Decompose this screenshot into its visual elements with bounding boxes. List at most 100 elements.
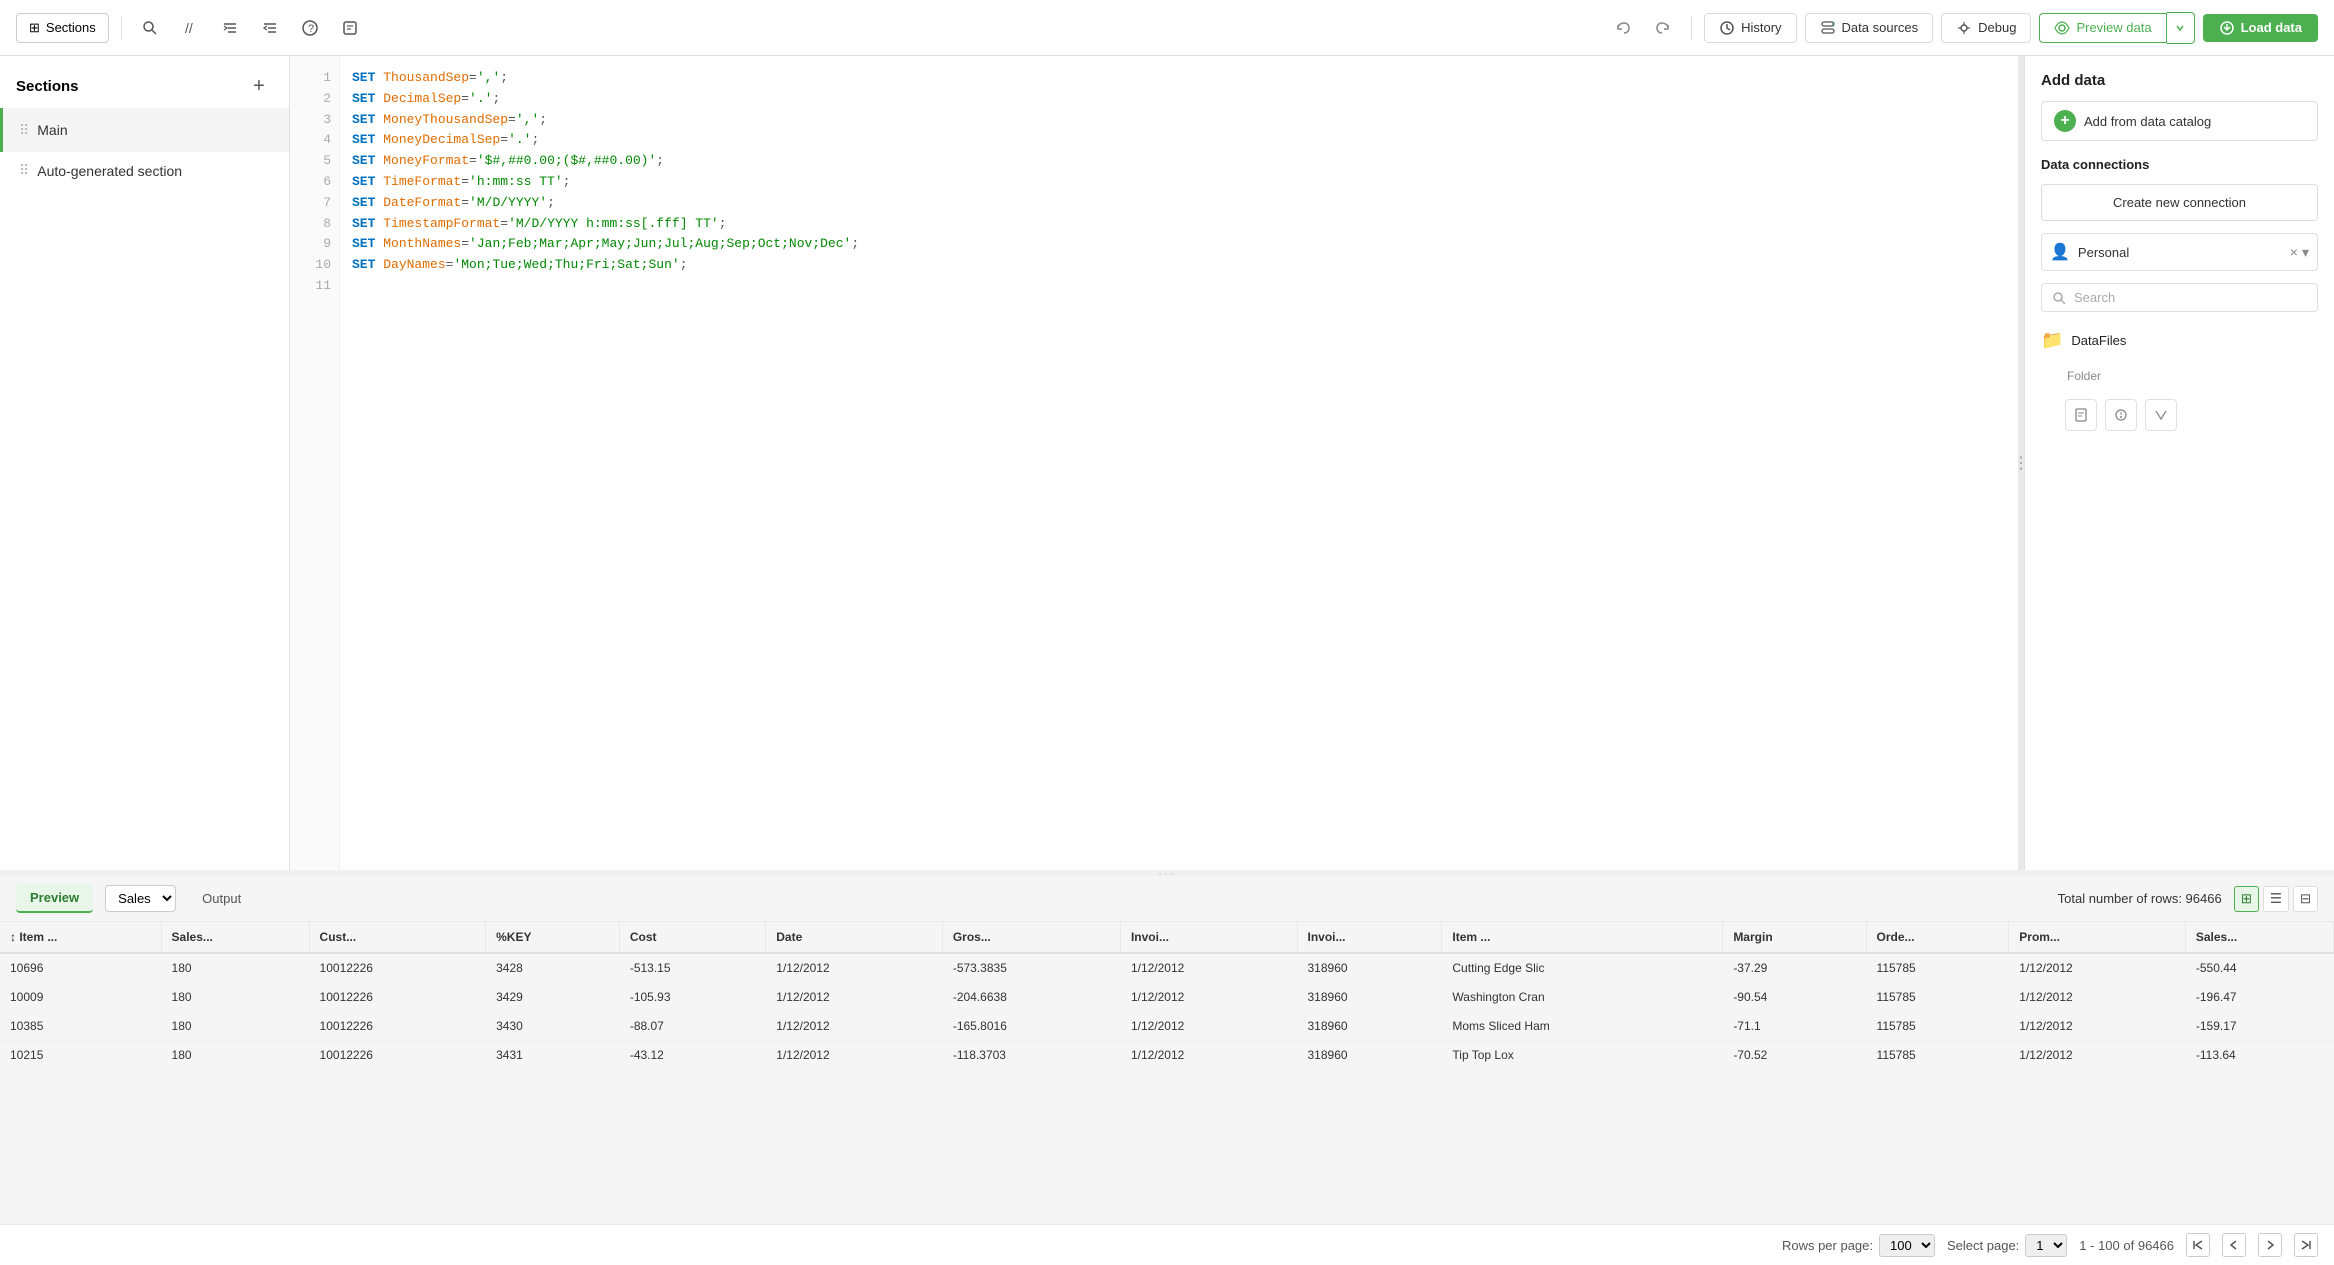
file-action-btn-2[interactable] bbox=[2105, 399, 2137, 431]
th-invoi1[interactable]: Invoi... bbox=[1120, 922, 1297, 953]
page-number-select[interactable]: 1 bbox=[2025, 1234, 2067, 1257]
snippet-button[interactable] bbox=[334, 12, 366, 44]
th-sales[interactable]: Sales... bbox=[161, 922, 309, 953]
data-sources-button[interactable]: Data sources bbox=[1805, 13, 1934, 43]
folder-label: Folder bbox=[2067, 369, 2318, 383]
file-icon-3 bbox=[2153, 407, 2169, 423]
table-cell: 10012226 bbox=[309, 983, 486, 1012]
table-cell: 1/12/2012 bbox=[2009, 983, 2186, 1012]
history-button[interactable]: History bbox=[1704, 13, 1796, 43]
table-cell: 115785 bbox=[1866, 953, 2009, 983]
data-connections-title: Data connections bbox=[2041, 157, 2318, 172]
last-page-button[interactable] bbox=[2294, 1233, 2318, 1257]
debug-button[interactable]: Debug bbox=[1941, 13, 2031, 43]
th-invoi2[interactable]: Invoi... bbox=[1297, 922, 1442, 953]
add-section-button[interactable]: + bbox=[245, 72, 273, 100]
svg-text://: // bbox=[185, 20, 193, 36]
code-content[interactable]: SET ThousandSep=','; SET DecimalSep='.';… bbox=[340, 56, 2018, 870]
rows-per-page-select[interactable]: 100 50 25 bbox=[1879, 1234, 1935, 1257]
slash-button[interactable]: // bbox=[174, 12, 206, 44]
main-area: Sections + ⠿ Main 🗑 ⠿ Auto-generated sec… bbox=[0, 56, 2334, 870]
th-margin[interactable]: Margin bbox=[1723, 922, 1866, 953]
table-cell: 115785 bbox=[1866, 1041, 2009, 1070]
grid-view-button[interactable]: ⊞ bbox=[2234, 886, 2259, 912]
th-cost[interactable]: Cost bbox=[619, 922, 765, 953]
total-rows-label: Total number of rows: 96466 bbox=[2058, 891, 2222, 906]
view-icons: ⊞ ☰ ⊟ bbox=[2234, 886, 2318, 912]
table-cell: -37.29 bbox=[1723, 953, 1866, 983]
file-icon-2 bbox=[2113, 407, 2129, 423]
preview-tab[interactable]: Preview bbox=[16, 884, 93, 913]
toolbar-separator-1 bbox=[121, 16, 122, 40]
sales-select[interactable]: Sales bbox=[105, 885, 176, 912]
undo-button[interactable] bbox=[1607, 16, 1639, 40]
next-page-button[interactable] bbox=[2258, 1233, 2282, 1257]
outdent-button[interactable] bbox=[254, 12, 286, 44]
redo-button[interactable] bbox=[1647, 16, 1679, 40]
pagination-info: 1 - 100 of 96466 bbox=[2079, 1238, 2174, 1253]
th-pkey[interactable]: %KEY bbox=[486, 922, 620, 953]
list-view-button[interactable]: ☰ bbox=[2263, 886, 2289, 912]
preview-toolbar: Preview Sales Output Total number of row… bbox=[0, 876, 2334, 922]
table-cell: 1/12/2012 bbox=[2009, 1041, 2186, 1070]
sidebar-item-autogenerated[interactable]: ⠿ Auto-generated section bbox=[0, 152, 289, 189]
file-action-btn-3[interactable] bbox=[2145, 399, 2177, 431]
help-button[interactable]: ? bbox=[294, 12, 326, 44]
personal-close-button[interactable]: × bbox=[2290, 244, 2298, 261]
load-data-button[interactable]: Load data bbox=[2203, 14, 2318, 42]
th-item-num[interactable]: ↕ Item ... bbox=[0, 922, 161, 953]
th-item2[interactable]: Item ... bbox=[1442, 922, 1723, 953]
table-cell: 1/12/2012 bbox=[766, 983, 943, 1012]
pivot-view-button[interactable]: ⊟ bbox=[2293, 886, 2318, 912]
search-box bbox=[2041, 283, 2318, 312]
code-editor[interactable]: 12345 67891011 SET ThousandSep=','; SET … bbox=[290, 56, 2018, 870]
th-prom[interactable]: Prom... bbox=[2009, 922, 2186, 953]
datafiles-label: DataFiles bbox=[2071, 333, 2126, 348]
toolbar-left: ⊞ Sections // ? bbox=[16, 12, 1599, 44]
search-button[interactable] bbox=[134, 12, 166, 44]
right-panel: Add data + Add from data catalog Data co… bbox=[2024, 56, 2334, 870]
prev-page-button[interactable] bbox=[2222, 1233, 2246, 1257]
first-page-button[interactable] bbox=[2186, 1233, 2210, 1257]
table-cell: 180 bbox=[161, 1041, 309, 1070]
table-cell: 318960 bbox=[1297, 983, 1442, 1012]
sidebar-header: Sections + bbox=[0, 56, 289, 108]
search-box-icon bbox=[2052, 291, 2066, 305]
add-from-catalog-label: Add from data catalog bbox=[2084, 114, 2211, 129]
table-cell: -165.8016 bbox=[942, 1012, 1120, 1041]
th-sales2[interactable]: Sales... bbox=[2185, 922, 2333, 953]
indent-button[interactable] bbox=[214, 12, 246, 44]
file-icon-1 bbox=[2073, 407, 2089, 423]
th-cust[interactable]: Cust... bbox=[309, 922, 486, 953]
sections-button[interactable]: ⊞ Sections bbox=[16, 13, 109, 43]
add-from-catalog-button[interactable]: + Add from data catalog bbox=[2041, 101, 2318, 141]
sidebar-item-main[interactable]: ⠿ Main 🗑 bbox=[0, 108, 289, 152]
table-row: 10385180100122263430-88.071/12/2012-165.… bbox=[0, 1012, 2334, 1041]
data-table-container[interactable]: ↕ Item ... Sales... Cust... %KEY Cost Da… bbox=[0, 922, 2334, 1224]
chevron-down-icon bbox=[2175, 23, 2185, 33]
add-data-title: Add data bbox=[2041, 72, 2318, 89]
preview-dropdown-button[interactable] bbox=[2167, 12, 2195, 44]
output-tab[interactable]: Output bbox=[188, 885, 255, 912]
debug-icon bbox=[1956, 20, 1972, 36]
main-toolbar: ⊞ Sections // ? Histo bbox=[0, 0, 2334, 56]
total-rows-info: Total number of rows: 96466 bbox=[2058, 891, 2222, 906]
table-cell: 10696 bbox=[0, 953, 161, 983]
th-gros[interactable]: Gros... bbox=[942, 922, 1120, 953]
first-page-icon bbox=[2192, 1239, 2204, 1251]
th-date[interactable]: Date bbox=[766, 922, 943, 953]
table-cell: 1/12/2012 bbox=[2009, 953, 2186, 983]
preview-data-group: Preview data bbox=[2039, 12, 2194, 44]
snippet-icon bbox=[342, 20, 358, 36]
file-action-btn-1[interactable] bbox=[2065, 399, 2097, 431]
sections-label: Sections bbox=[46, 20, 96, 35]
search-input[interactable] bbox=[2074, 290, 2307, 305]
create-connection-button[interactable]: Create new connection bbox=[2041, 184, 2318, 221]
personal-expand-button[interactable]: ▾ bbox=[2302, 244, 2309, 261]
preview-data-button[interactable]: Preview data bbox=[2039, 13, 2166, 43]
table-cell: 180 bbox=[161, 953, 309, 983]
last-page-icon bbox=[2300, 1239, 2312, 1251]
th-orde[interactable]: Orde... bbox=[1866, 922, 2009, 953]
table-cell: -159.17 bbox=[2185, 1012, 2333, 1041]
table-cell: -113.64 bbox=[2185, 1041, 2333, 1070]
